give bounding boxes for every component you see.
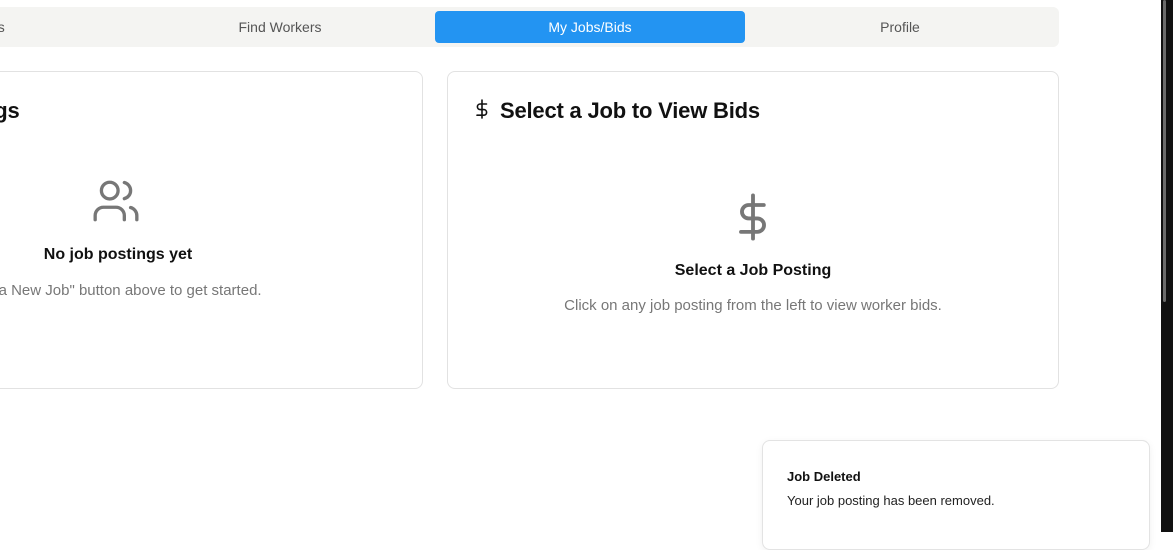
tab-my-jobs-bids[interactable]: My Jobs/Bids xyxy=(435,11,745,43)
empty-state-text: ost a New Job" button above to get start… xyxy=(0,282,262,299)
dollar-icon xyxy=(739,193,766,241)
empty-state-title: Select a Job Posting xyxy=(674,262,832,279)
toast-notification[interactable]: Job Deleted Your job posting has been re… xyxy=(762,440,1150,550)
tab-label: My Jobs/Bids xyxy=(548,19,632,35)
users-icon xyxy=(93,180,139,222)
empty-state-title: No job postings yet xyxy=(43,246,193,263)
card-title: ngs xyxy=(0,98,20,123)
job-postings-card: ngs No job postings yet ost a New Job" b… xyxy=(0,71,423,389)
tab-label: Find Workers xyxy=(238,19,322,35)
empty-state-text: Click on any job posting from the left t… xyxy=(564,297,942,314)
tab-postings[interactable]: gs xyxy=(0,11,40,43)
tab-label: Profile xyxy=(880,19,920,35)
job-bids-card: Select a Job to View Bids Select a Job P… xyxy=(447,71,1059,389)
scrollbar-thumb[interactable] xyxy=(1163,0,1166,302)
toast-message: Your job posting has been removed. xyxy=(787,493,995,508)
toast-title: Job Deleted xyxy=(787,469,861,484)
tab-profile[interactable]: Profile xyxy=(745,11,1055,43)
dollar-icon xyxy=(476,99,488,119)
card-title: Select a Job to View Bids xyxy=(500,98,760,123)
tab-label: gs xyxy=(0,19,5,35)
tab-bar: gs Find Workers My Jobs/Bids Profile xyxy=(0,7,1059,47)
tab-find-workers[interactable]: Find Workers xyxy=(125,11,435,43)
